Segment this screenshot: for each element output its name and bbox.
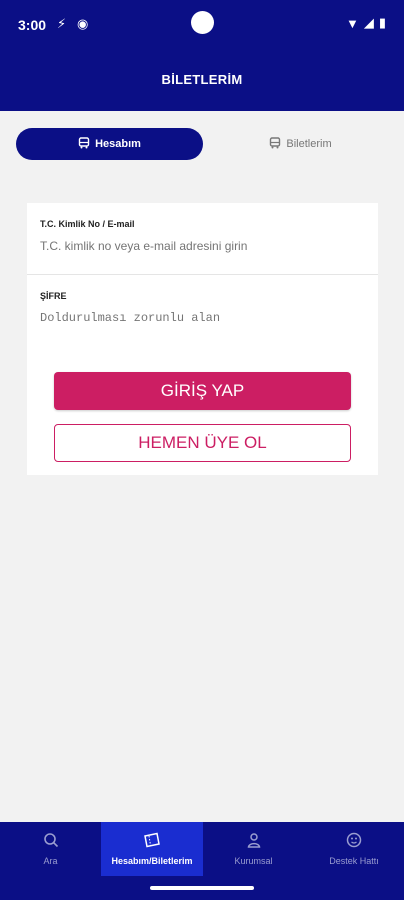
id-field-label: T.C. Kimlik No / E-mail [40, 219, 135, 229]
flash-icon: ⚡ [57, 16, 67, 31]
home-indicator[interactable] [150, 886, 254, 890]
camera-cutout [191, 11, 214, 34]
password-input[interactable] [40, 311, 360, 325]
status-bar: 3:00 ⚡ ◉ ▼ ◢ ▮ [0, 0, 404, 50]
nav-item-label: Hesabım/Biletlerim [111, 856, 193, 866]
password-field-label: ŞİFRE [40, 291, 67, 301]
nav-item-hesabim-biletlerim[interactable]: Hesabım/Biletlerim [101, 822, 203, 876]
support-icon [345, 832, 363, 852]
page-title: BİLETLERİM [161, 72, 243, 87]
ticket-icon [143, 832, 161, 852]
id-email-input[interactable] [40, 239, 360, 253]
nav-item-destek-hatti[interactable]: Destek Hattı [304, 822, 404, 876]
status-icons: ▼ ◢ ▮ [346, 15, 386, 31]
wifi-icon: ▼ [345, 15, 359, 31]
account-tickets-segment: Hesabım Biletlerim [16, 128, 388, 160]
tab-biletlerim[interactable]: Biletlerim [213, 128, 388, 160]
person-icon [246, 832, 262, 852]
nav-item-ara[interactable]: Ara [0, 822, 101, 876]
battery-icon: ▮ [378, 15, 386, 30]
bus-icon [269, 136, 281, 152]
tab-biletlerim-label: Biletlerim [286, 138, 332, 150]
app-header: 3:00 ⚡ ◉ ▼ ◢ ▮ BİLETLERİM [0, 0, 404, 111]
login-button[interactable]: GİRİŞ YAP [54, 372, 351, 410]
status-time: 3:00 [18, 17, 47, 33]
signal-icon: ◢ [363, 15, 374, 30]
tab-hesabim[interactable]: Hesabım [16, 128, 203, 160]
tab-hesabim-label: Hesabım [95, 138, 141, 150]
nav-item-label: Destek Hattı [329, 856, 379, 866]
bus-icon [78, 136, 90, 152]
nav-item-kurumsal[interactable]: Kurumsal [203, 822, 304, 876]
register-button[interactable]: HEMEN ÜYE OL [54, 424, 351, 462]
login-card: T.C. Kimlik No / E-mail ŞİFRE GİRİŞ YAP … [27, 203, 378, 475]
bottom-navigation: Ara Hesabım/Biletlerim Kurumsal Destek H… [0, 822, 404, 900]
search-icon [43, 832, 59, 852]
field-divider [27, 274, 378, 275]
app-notification-icon: ◉ [77, 16, 89, 31]
nav-item-label: Ara [43, 856, 58, 866]
nav-item-label: Kurumsal [234, 856, 273, 866]
